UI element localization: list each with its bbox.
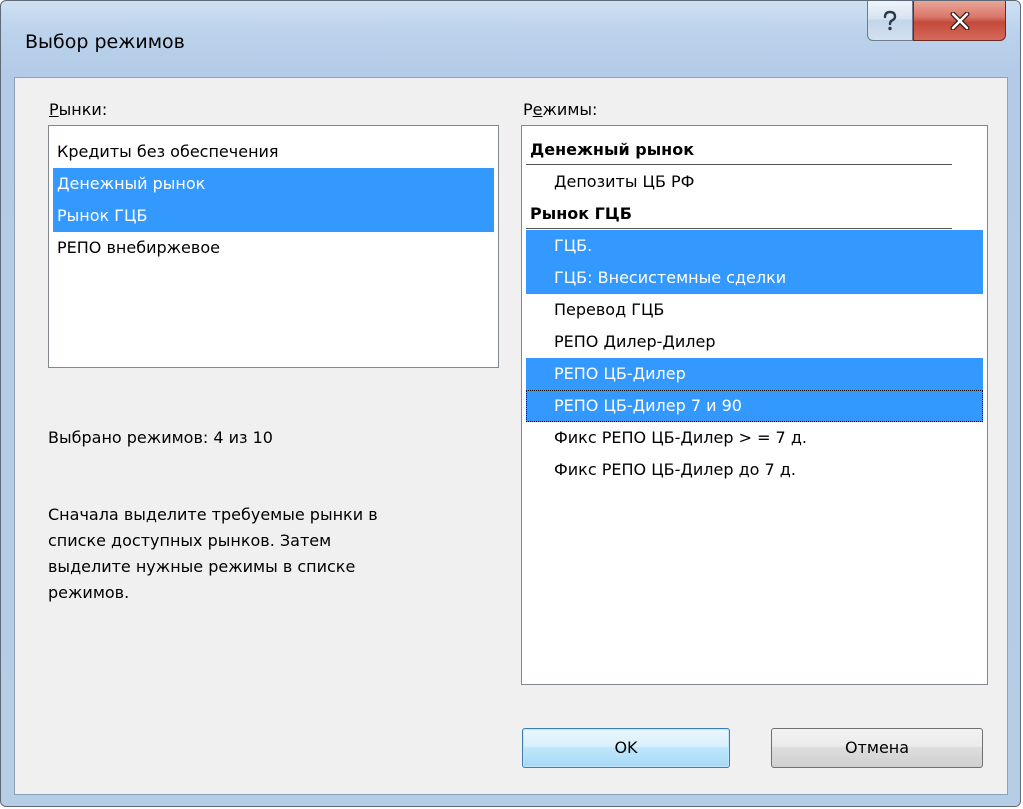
instruction-line: выделите нужные режимы в списке bbox=[48, 557, 356, 576]
mode-item-repo-cb-dealer-7-90[interactable]: РЕПО ЦБ-Дилер 7 и 90 bbox=[526, 390, 983, 422]
close-icon bbox=[950, 11, 969, 30]
group-divider bbox=[526, 228, 952, 229]
help-button[interactable] bbox=[867, 1, 913, 41]
market-item-money-market[interactable]: Денежный рынок bbox=[53, 168, 494, 200]
mode-group-money-market: Денежный рынок bbox=[530, 140, 695, 159]
mode-item-repo-cb-dealer[interactable]: РЕПО ЦБ-Дилер bbox=[526, 358, 983, 390]
mode-item-repo-dealer-dealer[interactable]: РЕПО Дилер-Дилер bbox=[526, 326, 983, 358]
instruction-line: режимов. bbox=[48, 583, 130, 602]
markets-listbox[interactable]: Кредиты без обеспечения Денежный рынок Р… bbox=[48, 125, 499, 368]
cancel-button[interactable]: Отмена bbox=[771, 728, 983, 768]
mode-item-cb-deposits[interactable]: Депозиты ЦБ РФ bbox=[526, 166, 983, 198]
dialog-client-area: Рынки: Кредиты без обеспечения Денежный … bbox=[14, 77, 1008, 795]
markets-label: Рынки: bbox=[49, 100, 107, 119]
close-button[interactable] bbox=[913, 1, 1006, 41]
mode-group-gcb-market: Рынок ГЦБ bbox=[530, 204, 632, 223]
market-item-gcb-market[interactable]: Рынок ГЦБ bbox=[53, 200, 494, 232]
question-icon bbox=[883, 10, 897, 30]
ok-button[interactable]: OK bbox=[522, 728, 730, 768]
dialog-window: Выбор режимов Рынки: Кредиты без обеспеч… bbox=[0, 0, 1021, 807]
market-item-repo-otc[interactable]: РЕПО внебиржевое bbox=[53, 232, 494, 264]
modes-label-rest: жимы: bbox=[542, 100, 598, 119]
mode-item-fix-repo-ge-7[interactable]: Фикс РЕПО ЦБ-Дилер > = 7 д. bbox=[526, 422, 983, 454]
modes-label-accel: е bbox=[532, 100, 543, 119]
mode-item-gcb[interactable]: ГЦБ. bbox=[526, 230, 983, 262]
modes-label-pre: Р bbox=[523, 100, 533, 119]
mode-item-gcb-transfer[interactable]: Перевод ГЦБ bbox=[526, 294, 983, 326]
window-title: Выбор режимов bbox=[25, 31, 185, 53]
mode-item-fix-repo-lt-7[interactable]: Фикс РЕПО ЦБ-Дилер до 7 д. bbox=[526, 454, 983, 486]
markets-label-rest: ынки: bbox=[58, 100, 108, 119]
selected-count-text: Выбрано режимов: 4 из 10 bbox=[48, 428, 273, 447]
title-bar[interactable]: Выбор режимов bbox=[1, 1, 1020, 77]
modes-listbox[interactable]: Денежный рынок Депозиты ЦБ РФ Рынок ГЦБ … bbox=[521, 125, 988, 685]
instruction-line: списке доступных рынков. Затем bbox=[48, 531, 332, 550]
markets-label-accel: Р bbox=[49, 100, 59, 119]
instruction-line: Сначала выделите требуемые рынки в bbox=[48, 505, 378, 524]
modes-label: Режимы: bbox=[523, 100, 597, 119]
instruction-text: Сначала выделите требуемые рынки в списк… bbox=[48, 502, 498, 606]
group-divider bbox=[526, 164, 952, 165]
mode-item-gcb-offsystem[interactable]: ГЦБ: Внесистемные сделки bbox=[526, 262, 983, 294]
market-item-credits[interactable]: Кредиты без обеспечения bbox=[53, 136, 494, 168]
